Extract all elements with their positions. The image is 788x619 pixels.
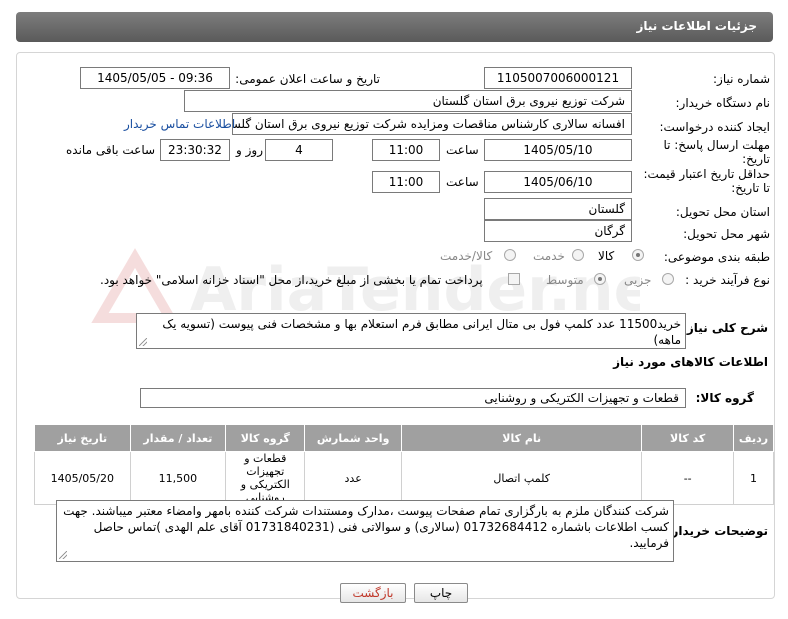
days-field[interactable]: 4 bbox=[265, 139, 333, 161]
cell-group: قطعات و تجهیزات الکتریکی و روشنایی bbox=[225, 451, 306, 505]
process-option-minor: جزیی bbox=[624, 273, 652, 287]
goods-group-field[interactable]: قطعات و تجهیزات الکتریکی و روشنایی bbox=[140, 388, 686, 408]
price-validity-label: حداقل تاریخ اعتبار قیمت: تا تاریخ: bbox=[643, 167, 770, 195]
buyer-contact-link[interactable]: اطلاعات تماس خریدار bbox=[124, 117, 235, 131]
buyer-org-label: نام دستگاه خریدار: bbox=[675, 96, 771, 110]
city-field[interactable]: گرگان bbox=[484, 220, 632, 242]
back-button[interactable]: بازگشت bbox=[340, 583, 406, 603]
col-item-name: نام کالا bbox=[400, 424, 643, 452]
reply-time-field[interactable]: 11:00 bbox=[372, 139, 440, 161]
remaining-time-field[interactable]: 23:30:32 bbox=[160, 139, 230, 161]
col-need-date: تاریخ نیاز bbox=[34, 424, 131, 452]
col-row-number: ردیف bbox=[732, 424, 775, 452]
process-label: نوع فرآیند خرید : bbox=[685, 273, 770, 287]
goods-section-title: اطلاعات کالاهای مورد نیاز bbox=[613, 355, 768, 369]
category-radio-service[interactable] bbox=[572, 249, 584, 261]
items-table: ردیف کد کالا نام کالا واحد شمارش گروه کا… bbox=[34, 424, 775, 505]
cell-item-name: کلمپ اتصال bbox=[400, 451, 643, 505]
category-option-goods: کالا bbox=[598, 249, 615, 263]
goods-group-label: گروه کالا: bbox=[695, 391, 754, 405]
col-quantity: تعداد / مقدار bbox=[129, 424, 227, 452]
cell-need-date: 1405/05/20 bbox=[34, 451, 131, 505]
resize-grip-icon[interactable] bbox=[139, 338, 147, 346]
cell-item-code: -- bbox=[641, 451, 734, 505]
cell-unit: عدد bbox=[304, 451, 402, 505]
buyer-org-field[interactable]: شرکت توزیع نیروی برق استان گلستان bbox=[184, 90, 632, 112]
cell-row-number: 1 bbox=[732, 451, 775, 505]
category-label: طبقه بندی موضوعی: bbox=[663, 250, 770, 264]
page-title: جزئیات اطلاعات نیاز bbox=[636, 19, 757, 33]
category-option-service: خدمت bbox=[533, 249, 565, 263]
remaining-label: ساعت باقی مانده bbox=[66, 143, 156, 157]
items-table-header-row: ردیف کد کالا نام کالا واحد شمارش گروه کا… bbox=[34, 424, 775, 452]
print-button[interactable]: چاپ bbox=[414, 583, 468, 603]
price-date-field[interactable]: 1405/06/10 bbox=[484, 171, 632, 193]
buyer-notes-textarea[interactable]: شرکت کنندگان ملزم به بارگزاری تمام صفحات… bbox=[56, 500, 674, 562]
city-label: شهر محل تحویل: bbox=[683, 227, 770, 241]
description-text: خرید11500 عدد کلمپ فول بی متال ایرانی مط… bbox=[162, 317, 681, 347]
cell-quantity: 11,500 bbox=[129, 451, 227, 505]
province-field[interactable]: گلستان bbox=[484, 198, 632, 220]
days-label: روز و bbox=[236, 143, 263, 157]
resize-grip-icon[interactable] bbox=[59, 551, 67, 559]
category-radio-goods[interactable] bbox=[632, 249, 644, 261]
process-radio-minor[interactable] bbox=[662, 273, 674, 285]
reply-date-field[interactable]: 1405/05/10 bbox=[484, 139, 632, 161]
reply-deadline-label: مهلت ارسال پاسخ: تا تاریخ: bbox=[663, 138, 770, 166]
treasury-payment-checkbox[interactable] bbox=[508, 273, 520, 285]
category-radio-both[interactable] bbox=[504, 249, 516, 261]
announce-field[interactable]: 1405/05/05 - 09:36 bbox=[80, 67, 230, 89]
description-textarea[interactable]: خرید11500 عدد کلمپ فول بی متال ایرانی مط… bbox=[136, 313, 686, 349]
reply-time-label: ساعت bbox=[446, 143, 479, 157]
announce-label: تاریخ و ساعت اعلان عمومی: bbox=[235, 72, 380, 86]
requester-label: ایجاد کننده درخواست: bbox=[659, 120, 770, 134]
table-row[interactable]: 1 -- کلمپ اتصال عدد قطعات و تجهیزات الکت… bbox=[34, 451, 775, 505]
treasury-payment-note: پرداخت تمام یا بخشی از مبلغ خرید،از محل … bbox=[100, 273, 483, 287]
requester-field[interactable]: افسانه سالاری کارشناس مناقصات ومزایده شر… bbox=[232, 113, 632, 135]
category-option-both: کالا/خدمت bbox=[440, 249, 493, 263]
col-item-code: کد کالا bbox=[641, 424, 734, 452]
page-header: جزئیات اطلاعات نیاز bbox=[16, 12, 773, 42]
buyer-notes-label: توضیحات خریدار: bbox=[666, 524, 768, 538]
description-label: شرح کلی نیاز: bbox=[682, 321, 768, 335]
province-label: استان محل تحویل: bbox=[675, 205, 770, 219]
col-group: گروه کالا bbox=[225, 424, 306, 452]
buyer-notes-text: شرکت کنندگان ملزم به بارگزاری تمام صفحات… bbox=[63, 504, 669, 550]
process-radio-medium[interactable] bbox=[594, 273, 606, 285]
price-time-label: ساعت bbox=[446, 175, 479, 189]
process-option-medium: متوسط bbox=[546, 273, 584, 287]
need-number-field[interactable]: 1105007006000121 bbox=[484, 67, 632, 89]
price-time-field[interactable]: 11:00 bbox=[372, 171, 440, 193]
col-unit: واحد شمارش bbox=[304, 424, 402, 452]
need-number-label: شماره نیاز: bbox=[713, 72, 770, 86]
